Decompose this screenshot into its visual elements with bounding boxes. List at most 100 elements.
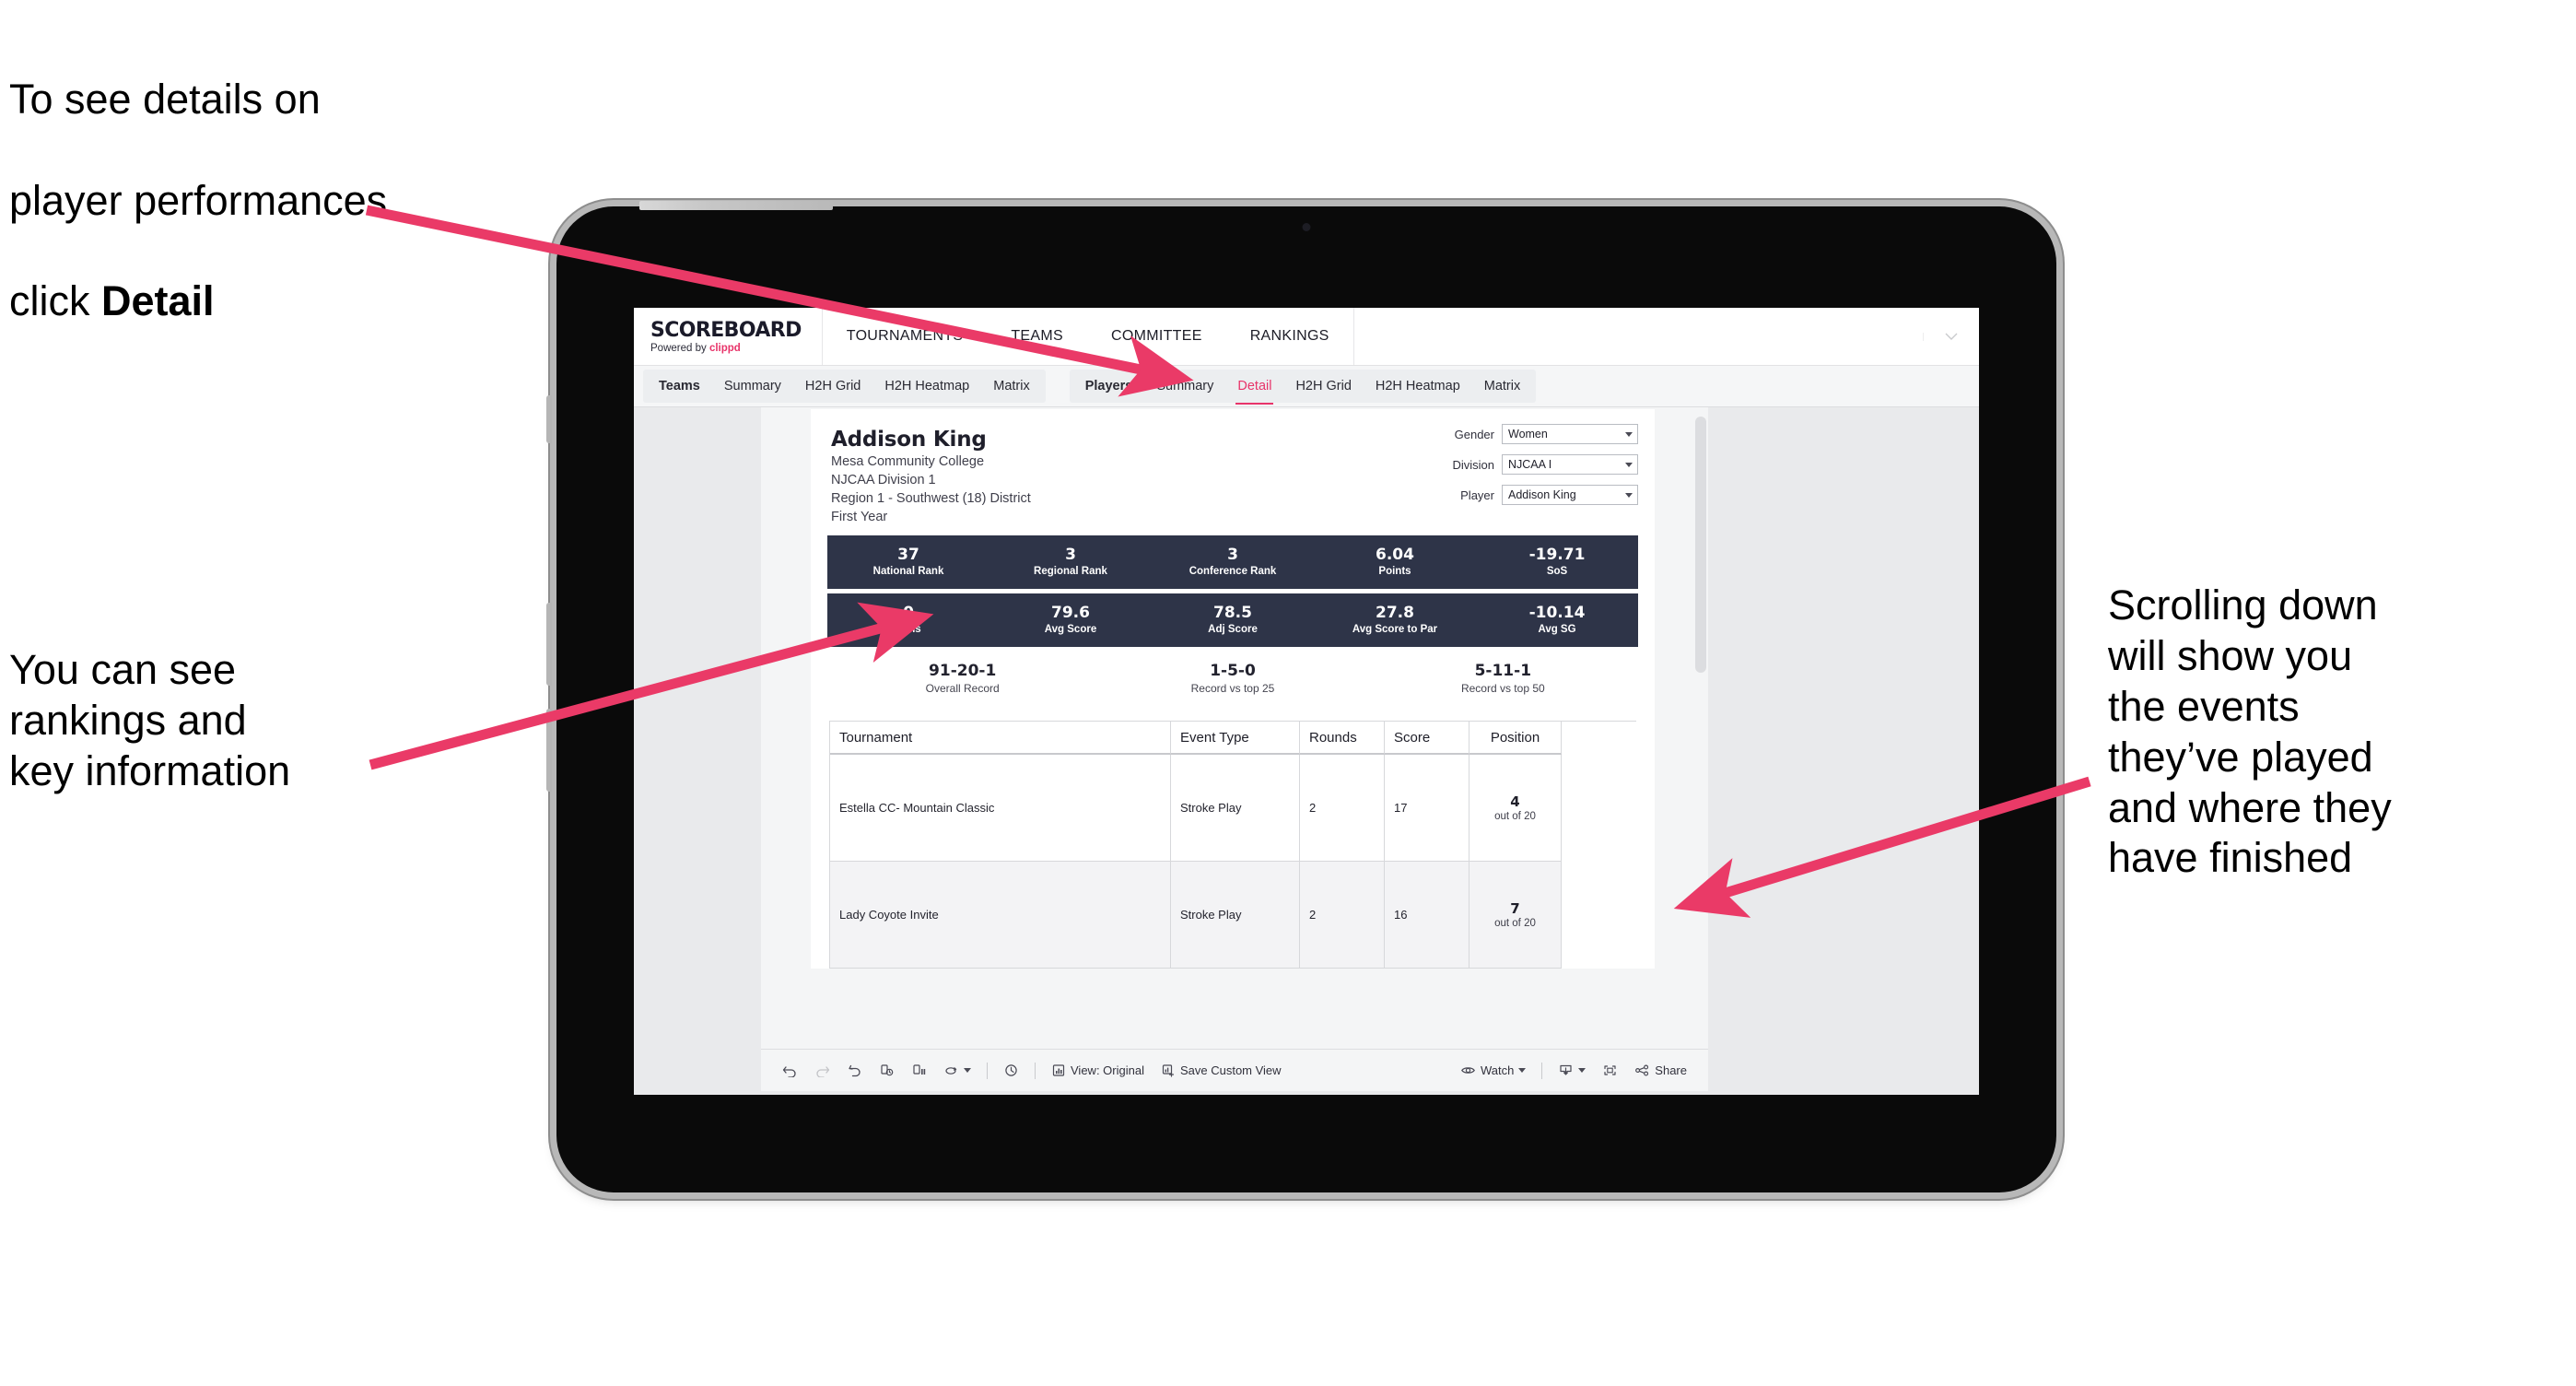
cell-rounds: 2 [1300,862,1385,969]
brand-powered-accent: clippd [708,342,741,354]
tournament-table: Tournament Event Type Rounds Score Posit… [829,721,1636,969]
download-button[interactable] [1550,1057,1594,1085]
chevron-down-icon [1625,492,1633,498]
brand-powered-prefix: Powered by [650,342,709,354]
brand-title: SCOREBOARD [650,318,802,342]
topnav-item-committee[interactable]: COMMITTEE [1087,308,1226,365]
kpi-regional-rank: 3 Regional Rank [989,546,1152,579]
tab-players-detail[interactable]: Detail [1225,370,1283,405]
topnav-overflow-caret-icon[interactable] [1923,332,1979,341]
filter-select-gender[interactable]: Women [1502,424,1638,444]
table-row[interactable]: Lady Coyote Invite Stroke Play 2 16 7 ou… [830,862,1636,969]
undo-button[interactable] [774,1057,806,1085]
save-custom-view-button[interactable]: Save Custom View [1153,1057,1290,1085]
viz-sheet: Addison King Mesa Community College NJCA… [761,407,1708,1091]
tab-teams[interactable]: Teams [647,370,712,403]
cell-score: 17 [1385,755,1469,863]
chevron-down-icon [1518,1068,1527,1073]
brand-subtitle: Powered by clippd [650,342,802,355]
topnav-item-rankings[interactable]: RANKINGS [1226,308,1353,365]
pause-resume-button[interactable] [995,1057,1027,1085]
kpi-value: 3 [1227,545,1238,564]
tablet-volume-up-button[interactable] [546,603,552,686]
cell-position: 4 out of 20 [1469,755,1562,863]
chevron-down-icon [964,1068,971,1073]
tab-players-matrix[interactable]: Matrix [1472,370,1532,403]
table-row[interactable]: Estella CC- Mountain Classic Stroke Play… [830,755,1636,863]
tab-players[interactable]: Players [1073,370,1145,403]
col-header-rounds[interactable]: Rounds [1300,722,1385,756]
annotation-top-left-line1: To see details on [9,75,321,123]
viz-vertical-scrollbar-track[interactable] [1693,407,1708,1091]
refresh-data-button[interactable] [871,1057,903,1085]
redo-button[interactable] [806,1057,838,1085]
watch-button[interactable]: Watch [1452,1057,1534,1085]
col-header-tournament[interactable]: Tournament [830,722,1171,756]
tabgroup-teams: Teams Summary H2H Grid H2H Heatmap Matri… [643,370,1046,403]
annotation-top-left-line3: click Detail [9,276,599,327]
viz-body: Addison King Mesa Community College NJCA… [634,407,1979,1091]
kpi-label: Regional Rank [1034,565,1107,577]
kpi-value: 3 [1065,545,1076,564]
record-label: Overall Record [925,682,1000,696]
col-header-event-type[interactable]: Event Type [1171,722,1300,756]
kpi-label: Avg Score [1044,623,1097,635]
tablet-power-button[interactable] [546,395,552,443]
save-custom-view-icon [1161,1063,1176,1077]
tab-players-h2h-grid[interactable]: H2H Grid [1283,370,1363,403]
annotation-mid-left: You can see rankings and key information [9,646,291,794]
tab-players-summary[interactable]: Summary [1144,370,1225,403]
tablet-camera-icon [1302,223,1311,231]
filter-row-gender: Gender Women [1426,424,1638,444]
tab-players-h2h-heatmap[interactable]: H2H Heatmap [1364,370,1472,403]
brand-logo[interactable]: SCOREBOARD Powered by clippd [634,308,823,365]
revert-button[interactable] [838,1057,871,1085]
annotation-click-prefix: click [9,277,101,325]
view-original-button[interactable]: View: Original [1043,1057,1153,1085]
clear-sheet-button[interactable] [935,1057,979,1085]
topnav-item-teams[interactable]: TEAMS [987,308,1087,365]
cell-tournament: Lady Coyote Invite [830,862,1171,969]
filter-select-division[interactable]: NJCAA I [1502,454,1638,475]
col-header-position[interactable]: Position [1469,722,1562,756]
cell-tournament: Estella CC- Mountain Classic [830,755,1171,863]
filter-value-player: Addison King [1508,488,1576,501]
pause-auto-updates-button[interactable] [903,1057,935,1085]
kpi-label: National Rank [872,565,944,577]
kpi-conference-rank: 3 Conference Rank [1152,546,1314,579]
refresh-data-icon [879,1063,895,1077]
annotation-top-left-line2: player performances [9,176,388,224]
kpi-value: -10.14 [1528,603,1586,622]
clear-sheet-icon [943,1063,959,1077]
share-label: Share [1655,1063,1687,1077]
table-header-row: Tournament Event Type Rounds Score Posit… [830,722,1636,756]
viz-vertical-scrollbar-thumb[interactable] [1695,417,1706,673]
kpi-value: 0 [903,603,914,622]
share-button[interactable]: Share [1626,1057,1695,1085]
tablet-volume-down-button[interactable] [546,709,552,792]
record-value: 91-20-1 [929,661,997,680]
toolbar-divider [1035,1062,1036,1079]
annotation-detail-bold: Detail [101,277,215,325]
cell-position: 7 out of 20 [1469,862,1562,969]
record-summary-row: 91-20-1 Overall Record 1-5-0 Record vs t… [827,646,1638,709]
kpi-avg-score: 79.6 Avg Score [989,604,1152,637]
tab-teams-matrix[interactable]: Matrix [981,370,1041,403]
chevron-down-icon [1625,462,1633,467]
fullscreen-button[interactable] [1594,1057,1626,1085]
tab-teams-h2h-grid[interactable]: H2H Grid [793,370,872,403]
cell-rounds: 2 [1300,755,1385,863]
kpi-label: Points [1378,565,1411,577]
filter-select-player[interactable]: Addison King [1502,485,1638,505]
position-out-of: out of 20 [1494,918,1536,930]
col-header-score[interactable]: Score [1385,722,1469,756]
filter-value-division: NJCAA I [1508,458,1552,471]
tab-teams-h2h-heatmap[interactable]: H2H Heatmap [872,370,981,403]
tab-teams-summary[interactable]: Summary [712,370,793,403]
topnav-item-tournaments[interactable]: TOURNAMENTS [823,308,988,365]
kpi-value: 37 [897,545,919,564]
kpi-avg-sg: -10.14 Avg SG [1476,604,1638,637]
site-header: SCOREBOARD Powered by clippd TOURNAMENTS… [634,308,1979,366]
annotation-right: Scrolling down will show you the events … [2108,581,2392,882]
share-icon [1634,1063,1650,1077]
